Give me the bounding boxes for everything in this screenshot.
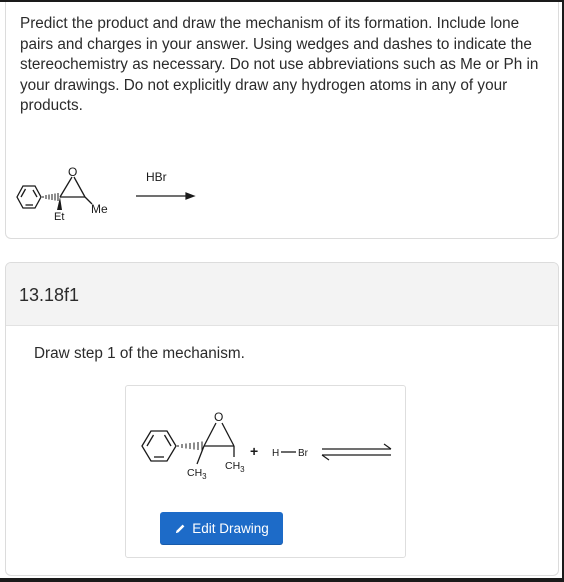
part-card: 13.18f1 Draw step 1 of the mechanism. O … bbox=[5, 262, 559, 576]
mechanism-drawing: O CH3 CH3 + H Br bbox=[141, 410, 392, 481]
benzene-ring bbox=[141, 430, 177, 462]
edit-drawing-label: Edit Drawing bbox=[192, 521, 269, 536]
methyl-label: Me bbox=[91, 202, 108, 216]
window-border-bottom bbox=[0, 578, 564, 582]
part-label: 13.18f1 bbox=[19, 285, 80, 305]
epoxide-ring bbox=[59, 176, 86, 198]
edit-drawing-button[interactable]: Edit Drawing bbox=[160, 512, 283, 545]
reaction-scheme: O Et Me HBr bbox=[16, 165, 196, 223]
drawing-area[interactable]: O CH3 CH3 + H Br Edit Drawing bbox=[125, 385, 406, 558]
epoxide-oxygen-label: O bbox=[68, 165, 77, 179]
plus-sign: + bbox=[250, 443, 258, 459]
hashed-bond bbox=[42, 193, 59, 201]
bromine-label: Br bbox=[298, 448, 309, 459]
question-card: Predict the product and draw the mechani… bbox=[5, 2, 559, 239]
methyl-label-2: CH3 bbox=[225, 460, 245, 474]
hashed-bond bbox=[177, 441, 203, 451]
part-header: 13.18f1 bbox=[6, 263, 558, 326]
reaction-arrow bbox=[136, 192, 196, 200]
epoxide-ring bbox=[203, 422, 235, 447]
hydrogen-label: H bbox=[272, 448, 279, 459]
ethyl-label: Et bbox=[54, 211, 64, 223]
methyl-label-1: CH3 bbox=[187, 467, 207, 481]
epoxide-oxygen-label: O bbox=[214, 410, 223, 424]
benzene-ring bbox=[16, 185, 42, 209]
reagent-label: HBr bbox=[146, 170, 167, 184]
step-instruction: Draw step 1 of the mechanism. bbox=[34, 345, 245, 362]
pencil-icon bbox=[176, 524, 185, 533]
question-text: Predict the product and draw the mechani… bbox=[20, 15, 539, 115]
equilibrium-arrow bbox=[321, 443, 392, 461]
